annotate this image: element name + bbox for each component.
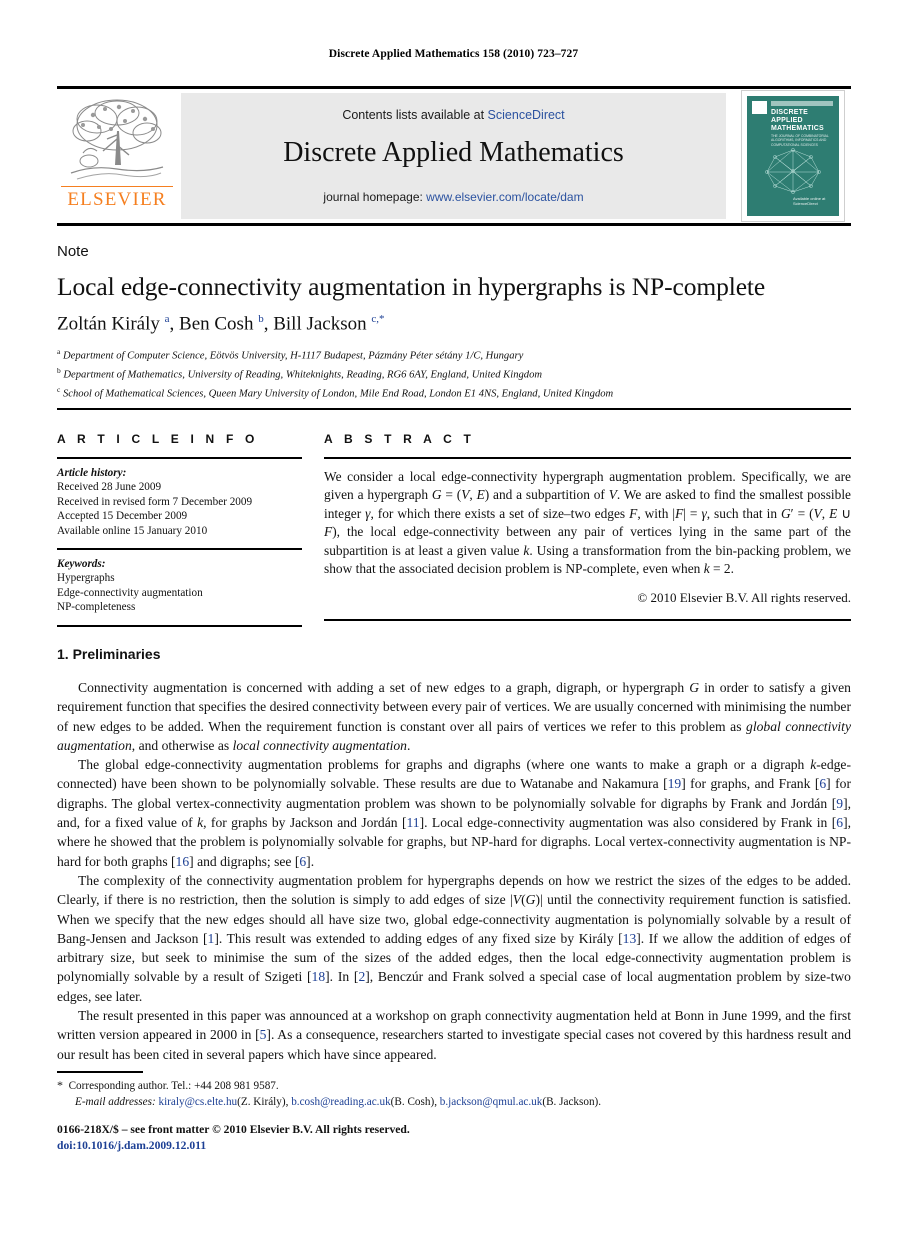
journal-homepage-line: journal homepage: www.elsevier.com/locat… <box>181 190 726 204</box>
homepage-prefix: journal homepage: <box>323 190 427 204</box>
corresponding-author-note: * Corresponding author. Tel.: +44 208 98… <box>57 1078 279 1092</box>
email-addresses-label: E-mail addresses: <box>75 1095 156 1108</box>
contents-prefix: Contents lists available at <box>342 108 488 122</box>
abstract-heading: A B S T R A C T <box>324 432 475 446</box>
cover-title: DISCRETE APPLIED MATHEMATICS <box>771 109 837 133</box>
author-list: Zoltán Király a, Ben Cosh b, Bill Jackso… <box>57 313 385 335</box>
masthead-band: Contents lists available at ScienceDirec… <box>181 93 726 219</box>
keywords-label: Keywords: <box>57 558 106 571</box>
keywords-block: Keywords: Hypergraphs Edge-connectivity … <box>57 550 302 615</box>
affiliation-c: c School of Mathematical Sciences, Queen… <box>57 383 857 402</box>
affiliation-divider <box>57 408 851 410</box>
elsevier-tree-icon <box>70 99 164 180</box>
journal-title: Discrete Applied Mathematics <box>283 137 624 168</box>
masthead-bottom-rule <box>57 223 851 226</box>
article-history-block: Article history: Received 28 June 2009 R… <box>57 459 302 538</box>
page-title: Local edge-connectivity augmentation in … <box>57 272 766 301</box>
cover-top-rule <box>771 101 833 106</box>
email-addresses-line: E-mail addresses: kiraly@cs.elte.hu(Z. K… <box>75 1095 602 1108</box>
elsevier-logo: ELSEVIER <box>57 93 177 219</box>
affiliation-text-a: Department of Computer Science, Eötvös U… <box>63 350 524 362</box>
footer-block: 0166-218X/$ – see front matter © 2010 El… <box>57 1122 851 1154</box>
affiliation-b: b Department of Mathematics, University … <box>57 364 857 383</box>
email-link-cosh[interactable]: b.cosh@reading.ac.uk <box>291 1096 390 1108</box>
section-1-heading: 1. Preliminaries <box>57 646 161 662</box>
cover-artwork: DISCRETE APPLIED MATHEMATICS THE JOURNAL… <box>747 96 839 216</box>
email-name-cosh: (B. Cosh) <box>390 1095 435 1108</box>
abstract-bottom-rule <box>324 619 851 622</box>
cover-title-line3: MATHEMATICS <box>771 125 824 132</box>
history-item-2: Accepted 15 December 2009 <box>57 510 188 523</box>
section-1-body: Connectivity augmentation is concerned w… <box>57 678 851 1064</box>
keyword-1: Edge-connectivity augmentation <box>57 586 203 599</box>
email-link-jackson[interactable]: b.jackson@qmul.ac.uk <box>440 1096 543 1108</box>
paragraph-1: The global edge-connectivity augmentatio… <box>57 757 851 869</box>
affiliation-a: a Department of Computer Science, Eötvös… <box>57 345 857 364</box>
history-item-3: Available online 15 January 2010 <box>57 524 208 537</box>
affiliation-marker-b: b <box>57 366 61 376</box>
paragraph-0: Connectivity augmentation is concerned w… <box>57 680 851 753</box>
journal-cover-thumbnail: DISCRETE APPLIED MATHEMATICS THE JOURNAL… <box>741 90 845 222</box>
history-item-0: Received 28 June 2009 <box>57 481 162 494</box>
email-name-kiraly: (Z. Király) <box>237 1095 286 1108</box>
footnote-rule <box>57 1071 143 1073</box>
paper-page: Discrete Applied Mathematics 158 (2010) … <box>0 0 907 1238</box>
article-type-label: Note <box>57 243 89 260</box>
cover-title-line1: DISCRETE <box>771 109 808 116</box>
cover-graph-icon <box>765 148 821 194</box>
abstract-column: A B S T R A C T We consider a local edge… <box>324 432 852 622</box>
email-link-kiraly[interactable]: kiraly@cs.elte.hu <box>158 1096 237 1108</box>
affiliation-text-b: Department of Mathematics, University of… <box>63 369 543 381</box>
doi-link[interactable]: doi:10.1016/j.dam.2009.12.011 <box>57 1138 851 1154</box>
journal-homepage-link[interactable]: www.elsevier.com/locate/dam <box>426 190 583 204</box>
abstract-copyright: © 2010 Elsevier B.V. All rights reserved… <box>637 590 851 606</box>
affiliation-marker-a: a <box>57 347 61 356</box>
cover-title-line2: APPLIED <box>771 117 803 124</box>
paragraph-3: The result presented in this paper was a… <box>57 1008 851 1062</box>
running-head: Discrete Applied Mathematics 158 (2010) … <box>328 48 579 60</box>
journal-masthead: ELSEVIER Contents lists available at Sci… <box>57 86 851 226</box>
affiliation-text-c: School of Mathematical Sciences, Queen M… <box>63 388 614 400</box>
cover-elsevier-mark <box>752 101 767 114</box>
keywords-bottom-rule <box>57 624 302 627</box>
article-history-label: Article history: <box>57 467 127 479</box>
elsevier-wordmark: ELSEVIER <box>67 189 167 210</box>
abstract-text: We consider a local edge-connectivity hy… <box>324 469 852 577</box>
keyword-0: Hypergraphs <box>57 572 115 585</box>
affiliation-list: a Department of Computer Science, Eötvös… <box>57 345 857 402</box>
contents-available-line: Contents lists available at ScienceDirec… <box>181 108 726 122</box>
masthead-top-rule <box>57 86 851 89</box>
email-name-jackson: (B. Jackson) <box>542 1095 599 1108</box>
footnote-block: * Corresponding author. Tel.: +44 208 98… <box>57 1078 851 1111</box>
sciencedirect-link[interactable]: ScienceDirect <box>488 108 565 122</box>
paragraph-2: The complexity of the connectivity augme… <box>57 872 851 1004</box>
history-item-1: Received in revised form 7 December 2009 <box>57 495 253 508</box>
keyword-2: NP-completeness <box>57 601 136 614</box>
article-info-heading: A R T I C L E I N F O <box>57 432 259 446</box>
logo-underline <box>61 186 173 187</box>
affiliation-marker-c: c <box>57 385 61 395</box>
issn-line: 0166-218X/$ – see front matter © 2010 El… <box>57 1123 410 1136</box>
article-info-column: A R T I C L E I N F O Article history: R… <box>57 432 302 627</box>
cover-sciencedirect-text: Available online at ScienceDirect <box>793 196 826 206</box>
